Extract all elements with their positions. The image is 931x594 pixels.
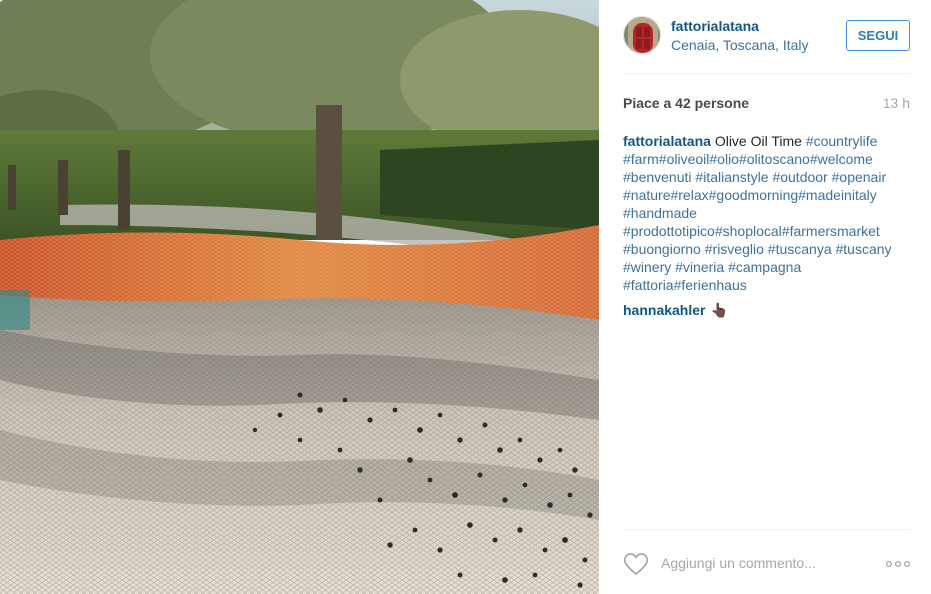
hashtag-link[interactable]: #goodmorning xyxy=(709,187,799,203)
post-caption: fattorialatana Olive Oil Time #countryli… xyxy=(623,132,915,294)
caption-text: Olive Oil Time xyxy=(714,133,802,149)
add-comment-input[interactable] xyxy=(661,555,881,571)
hashtag-link[interactable]: #risveglio xyxy=(705,241,764,257)
hashtag-link[interactable]: #tuscany xyxy=(836,241,892,257)
heart-outline-icon[interactable] xyxy=(623,552,649,576)
hashtag-link[interactable]: #farmersmarket xyxy=(782,223,880,239)
comment-text: 👆🏿 xyxy=(710,302,728,318)
more-options-icon[interactable] xyxy=(886,558,910,570)
hashtag-link[interactable]: #shoplocal xyxy=(715,223,782,239)
likes-row: Piace a 42 persone 13 h xyxy=(623,95,910,113)
red-door-avatar xyxy=(624,17,660,53)
author-username-link[interactable]: fattorialatana xyxy=(671,18,759,34)
location-link[interactable]: Cenaia, Toscana, Italy xyxy=(671,37,809,53)
hashtag-link[interactable]: #tuscanya xyxy=(768,241,832,257)
post-footer xyxy=(623,529,910,594)
avatar[interactable] xyxy=(623,16,661,54)
comment-item: hannakahler 👆🏿 xyxy=(623,301,728,319)
hashtag-link[interactable]: #openair xyxy=(832,169,887,185)
comment-author-link[interactable]: hannakahler xyxy=(623,302,705,318)
hashtag-link[interactable]: #vineria xyxy=(675,259,724,275)
post-details-panel: fattorialatana Cenaia, Toscana, Italy SE… xyxy=(599,0,931,594)
hashtag-link[interactable]: #oliveoil xyxy=(659,151,710,167)
hashtag-link[interactable]: #buongiorno xyxy=(623,241,701,257)
follow-button[interactable]: SEGUI xyxy=(846,20,910,51)
hashtag-link[interactable]: #olio xyxy=(709,151,739,167)
hashtag-link[interactable]: #madeinitaly xyxy=(798,187,877,203)
hashtag-link[interactable]: #campagna xyxy=(728,259,801,275)
hashtag-link[interactable]: #prodottotipico xyxy=(623,223,715,239)
hashtag-link[interactable]: #italianstyle xyxy=(695,169,768,185)
hashtag-link[interactable]: #olitoscano xyxy=(739,151,810,167)
hashtag-link[interactable]: #welcome xyxy=(810,151,873,167)
hashtag-link[interactable]: #handmade xyxy=(623,205,697,221)
olive-harvest-photo xyxy=(0,0,599,594)
hashtag-link[interactable]: #ferienhaus xyxy=(674,277,747,293)
hashtag-link[interactable]: #fattoria xyxy=(623,277,674,293)
hashtag-link[interactable]: #benvenuti xyxy=(623,169,692,185)
hashtag-link[interactable]: #winery xyxy=(623,259,671,275)
post-timestamp[interactable]: 13 h xyxy=(883,95,910,111)
hashtag-link[interactable]: #nature xyxy=(623,187,670,203)
likes-count[interactable]: Piace a 42 persone xyxy=(623,95,749,111)
hashtag-link[interactable]: #farm xyxy=(623,151,659,167)
caption-author-link[interactable]: fattorialatana xyxy=(623,133,711,149)
hashtag-link[interactable]: #countrylife xyxy=(806,133,878,149)
hashtag-link[interactable]: #relax xyxy=(670,187,708,203)
post-photo[interactable] xyxy=(0,0,599,594)
hashtag-link[interactable]: #outdoor xyxy=(772,169,827,185)
post-header: fattorialatana Cenaia, Toscana, Italy SE… xyxy=(623,16,910,74)
